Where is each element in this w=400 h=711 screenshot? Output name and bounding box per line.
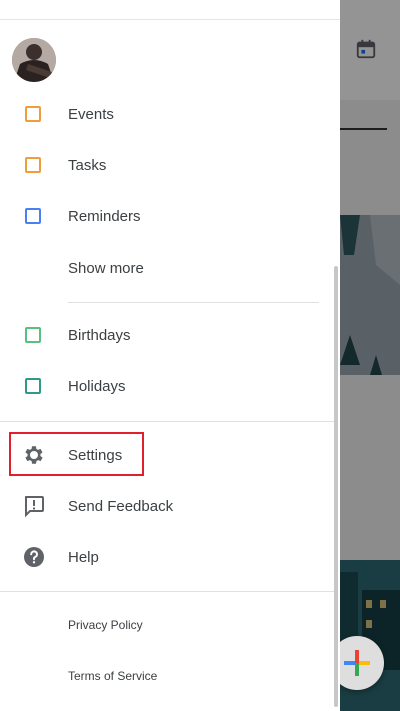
section-divider (0, 421, 334, 422)
send-feedback-label: Send Feedback (68, 497, 174, 515)
calendar-label: Birthdays (68, 326, 131, 344)
calendar-label: Reminders (68, 207, 141, 225)
privacy-policy-label: Privacy Policy (68, 618, 143, 632)
drawer-header-divider (0, 19, 340, 20)
show-more-label: Show more (68, 259, 144, 277)
tasks-checkbox[interactable] (25, 157, 41, 173)
calendars-divider (68, 302, 319, 303)
calendar-label: Tasks (68, 156, 107, 174)
navigation-drawer: Events Tasks Reminders Show more Birthda… (0, 0, 340, 711)
calendar-item-reminders[interactable]: Reminders (0, 194, 340, 238)
calendar-item-tasks[interactable]: Tasks (0, 143, 340, 187)
reminders-checkbox[interactable] (25, 208, 41, 224)
settings-highlight-box (9, 432, 144, 476)
holidays-checkbox[interactable] (25, 378, 41, 394)
help-item[interactable]: Help (0, 535, 340, 579)
send-feedback-item[interactable]: Send Feedback (0, 484, 340, 528)
account-avatar[interactable] (12, 38, 56, 82)
calendar-label: Holidays (68, 377, 126, 395)
terms-of-service-label: Terms of Service (68, 669, 158, 683)
help-icon (24, 547, 44, 567)
feedback-icon (24, 496, 44, 518)
show-more-button[interactable]: Show more (0, 246, 340, 290)
calendar-item-events[interactable]: Events (0, 92, 340, 136)
calendar-item-birthdays[interactable]: Birthdays (0, 313, 340, 357)
events-checkbox[interactable] (25, 106, 41, 122)
terms-of-service-link[interactable]: Terms of Service (0, 654, 340, 698)
app-root: Events Tasks Reminders Show more Birthda… (0, 0, 400, 711)
calendar-item-holidays[interactable]: Holidays (0, 364, 340, 408)
calendar-label: Events (68, 105, 114, 123)
privacy-policy-link[interactable]: Privacy Policy (0, 603, 340, 647)
footer-divider (0, 591, 334, 592)
drawer-scrollbar[interactable] (334, 266, 338, 707)
birthdays-checkbox[interactable] (25, 327, 41, 343)
help-label: Help (68, 548, 99, 566)
